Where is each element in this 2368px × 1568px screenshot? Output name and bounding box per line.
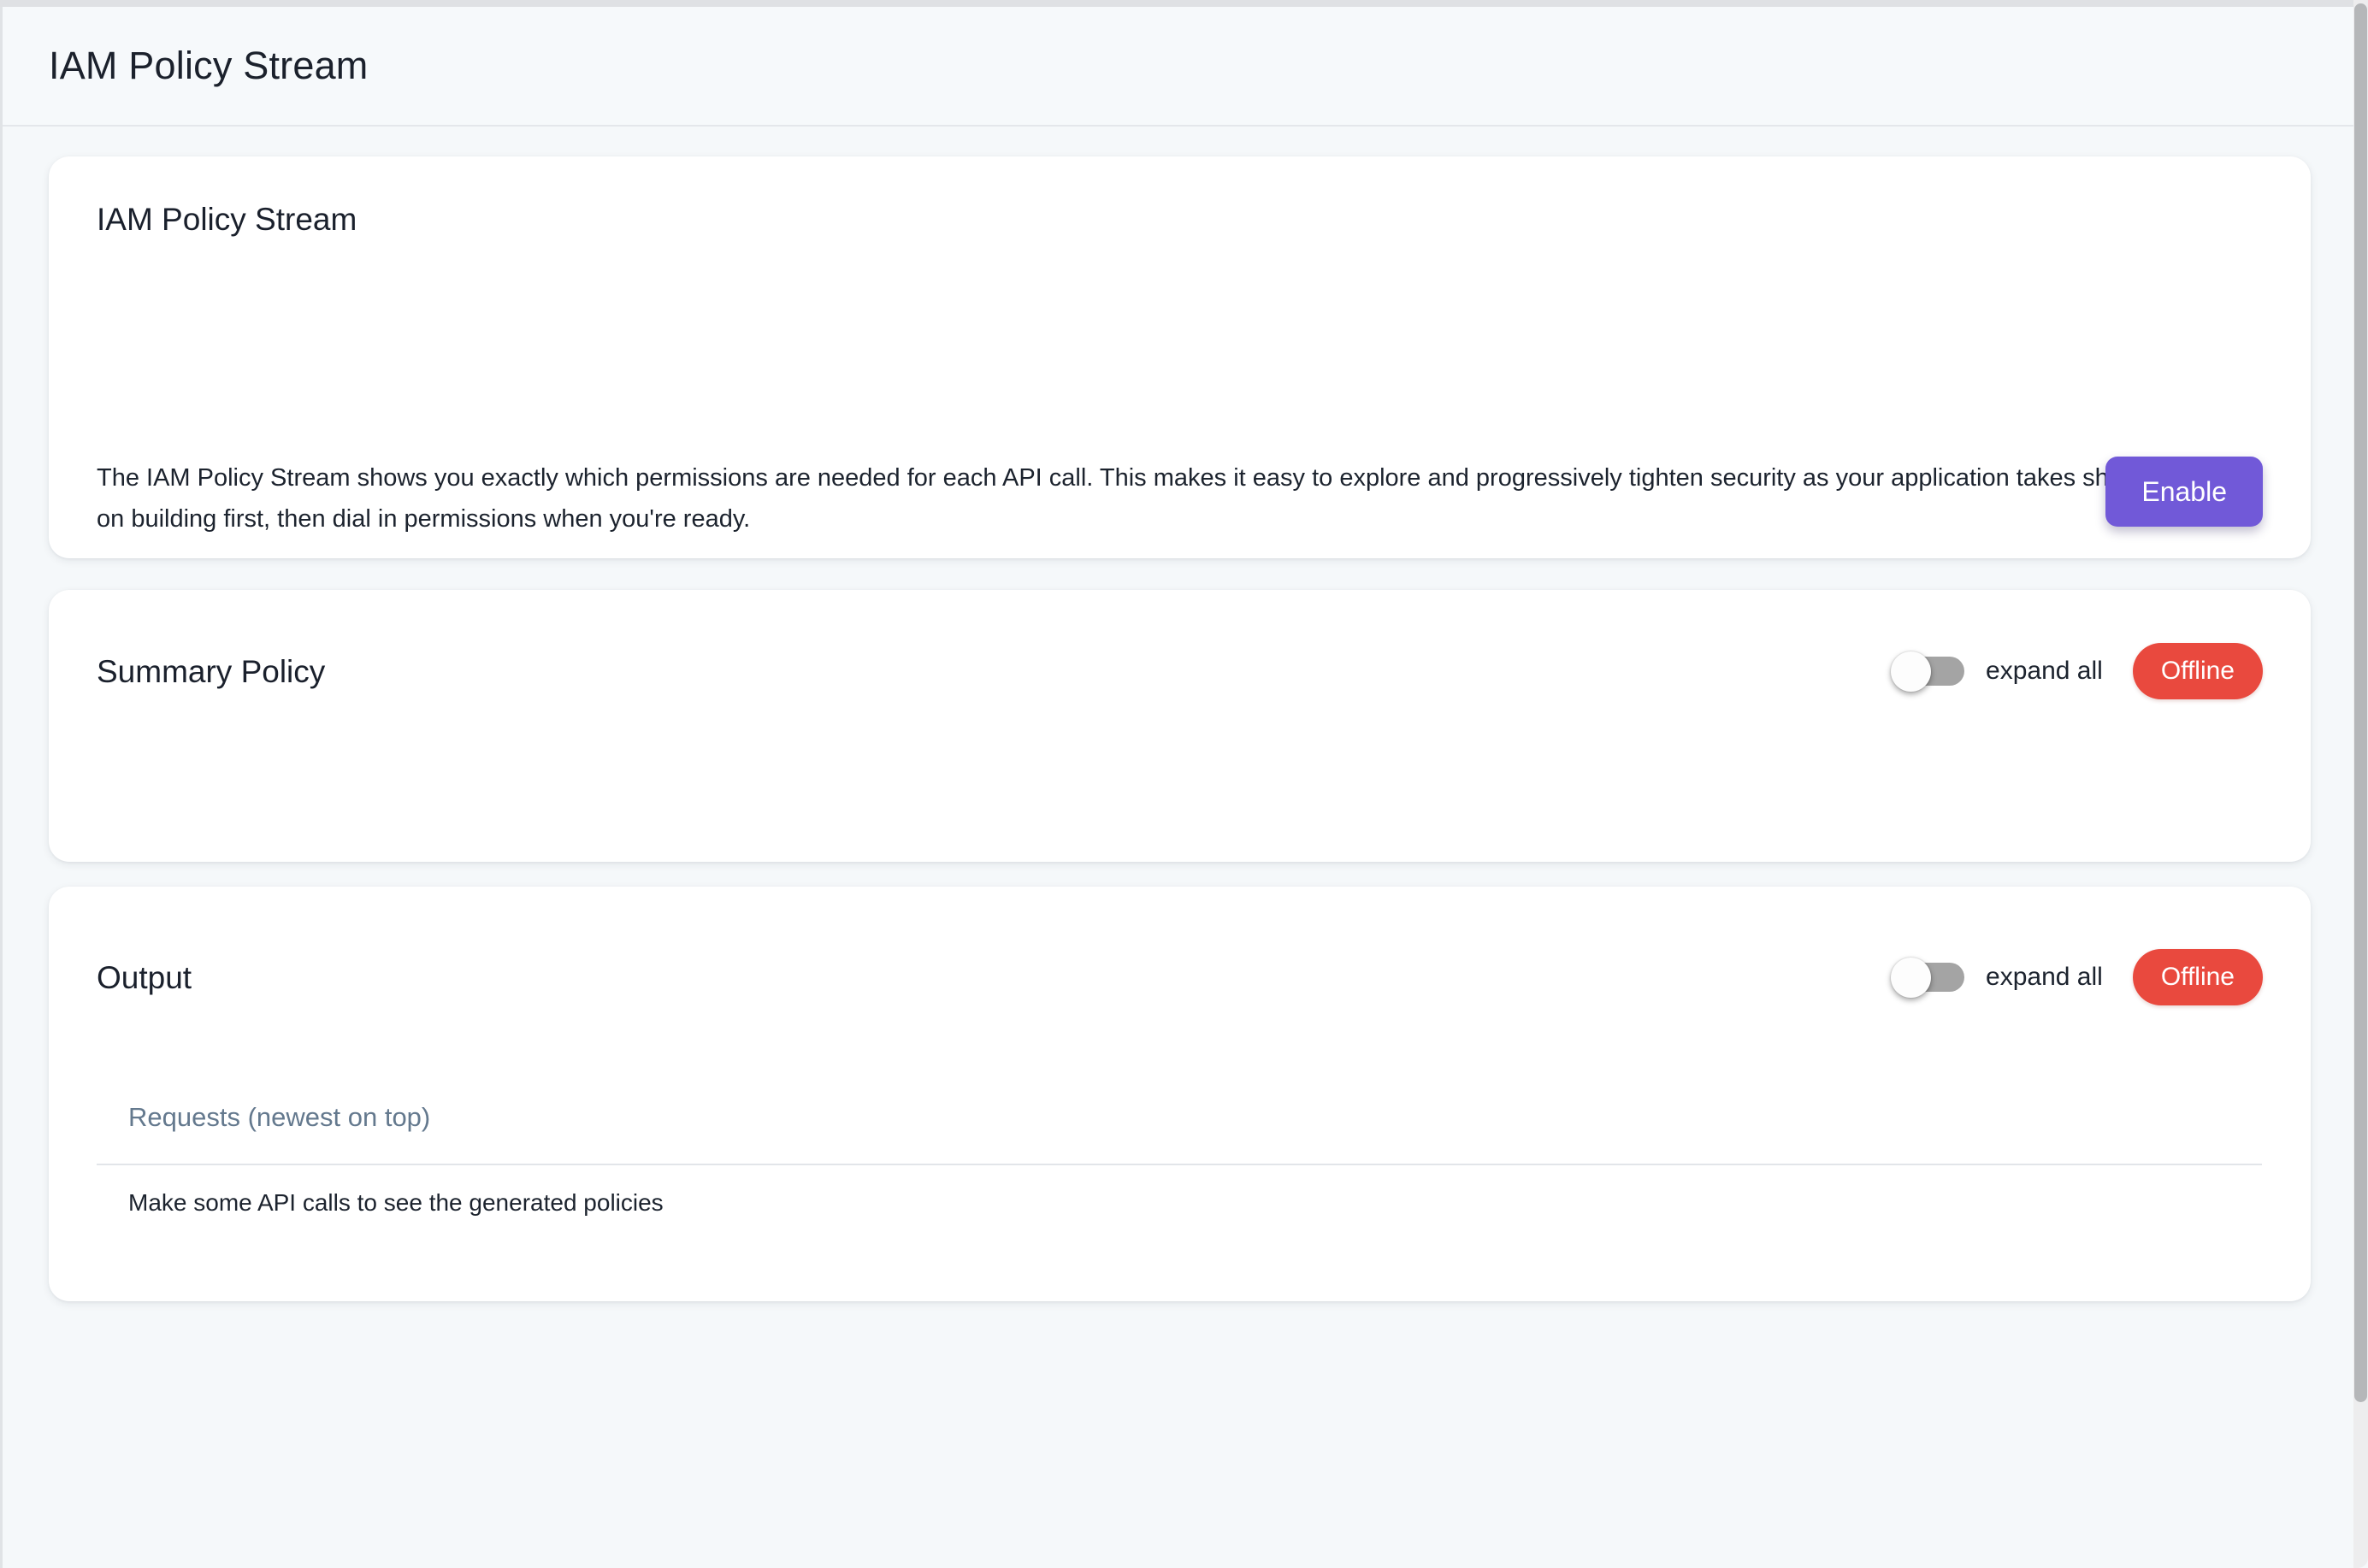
requests-panel: Requests (newest on top) Make some API c… — [97, 1100, 2262, 1220]
summary-policy-title: Summary Policy — [97, 653, 325, 691]
summary-policy-controls: expand all Offline — [1892, 643, 2263, 699]
vertical-scrollbar-thumb[interactable] — [2354, 3, 2367, 1402]
summary-policy-card: Summary Policy expand all Offline — [49, 590, 2311, 862]
page-title: IAM Policy Stream — [49, 44, 369, 88]
requests-empty-message: Make some API calls to see the generated… — [128, 1186, 2262, 1220]
vertical-scrollbar-track[interactable] — [2353, 0, 2368, 1568]
expand-all-label: expand all — [1986, 657, 2103, 686]
toggle-knob[interactable] — [1891, 651, 1931, 692]
output-title: Output — [97, 959, 192, 997]
intro-card: IAM Policy Stream The IAM Policy Stream … — [49, 156, 2311, 558]
expand-all-toggle[interactable] — [1892, 958, 1964, 998]
expand-all-label: expand all — [1986, 963, 2103, 992]
window-top-edge — [0, 0, 2353, 7]
page-header: IAM Policy Stream — [3, 7, 2353, 127]
intro-card-title: IAM Policy Stream — [97, 201, 357, 239]
requests-panel-title: Requests (newest on top) — [128, 1100, 2262, 1135]
enable-button[interactable]: Enable — [2105, 457, 2263, 527]
status-badge: Offline — [2133, 949, 2263, 1005]
intro-description: The IAM Policy Stream shows you exactly … — [97, 457, 2263, 539]
output-card: Output expand all Offline Requests (newe… — [49, 887, 2311, 1301]
status-badge: Offline — [2133, 643, 2263, 699]
toggle-knob[interactable] — [1891, 958, 1931, 998]
requests-divider — [97, 1164, 2262, 1165]
expand-all-toggle[interactable] — [1892, 651, 1964, 692]
output-controls: expand all Offline — [1892, 949, 2263, 1005]
window-left-edge — [0, 7, 3, 1568]
